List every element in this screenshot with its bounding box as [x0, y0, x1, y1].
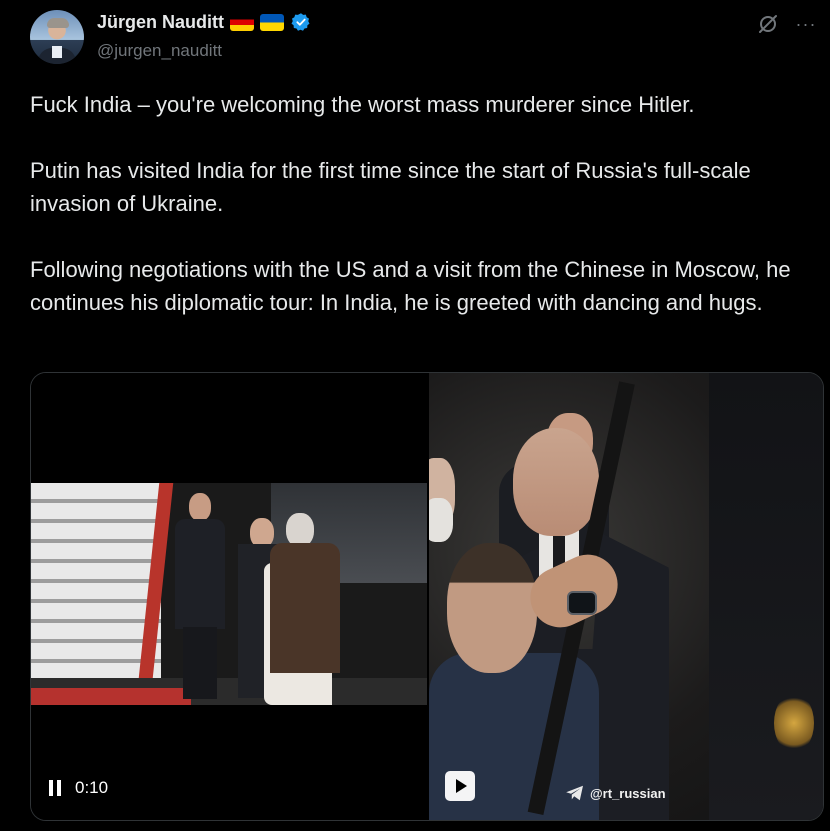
- figure-modi: [246, 513, 346, 705]
- watermark-text: @rt_russian: [590, 785, 666, 801]
- red-carpet: [31, 688, 191, 705]
- video-left[interactable]: 0:10: [31, 373, 427, 820]
- figure-beard: [429, 498, 453, 542]
- avatar-hair: [47, 18, 69, 28]
- watermark: @rt_russian: [565, 785, 666, 801]
- pause-icon[interactable]: [49, 780, 65, 796]
- germany-flag-icon: [230, 13, 255, 31]
- author-handle[interactable]: @jurgen_nauditt: [97, 41, 222, 61]
- right-dark-figure: [709, 373, 823, 820]
- guard-legs: [183, 627, 217, 699]
- media-grid: 0:10 @rt_russian: [30, 372, 824, 821]
- flower-decoration: [774, 693, 814, 753]
- author-name-row: Jürgen Nauditt: [97, 10, 311, 34]
- guard-body: [175, 519, 225, 629]
- grok-icon-svg: [759, 15, 777, 33]
- avatar[interactable]: [30, 10, 84, 64]
- video-right[interactable]: @rt_russian: [429, 373, 823, 820]
- verified-badge-icon[interactable]: [291, 12, 311, 32]
- ukraine-flag-icon: [260, 13, 285, 31]
- bodyguard-figure: [169, 493, 229, 699]
- author-name[interactable]: Jürgen Nauditt: [97, 12, 224, 33]
- figure-head: [447, 543, 537, 673]
- more-icon[interactable]: ···: [794, 12, 818, 36]
- video-time: 0:10: [75, 778, 109, 797]
- video-controls: 0:10: [49, 778, 108, 798]
- play-icon[interactable]: [445, 771, 475, 801]
- figure-vest: [270, 543, 340, 673]
- tweet-paragraph: Putin has visited India for the first ti…: [30, 158, 751, 216]
- figure-pants: [282, 673, 332, 705]
- tweet-text: Fuck India – you're welcoming the worst …: [30, 88, 810, 352]
- telegram-icon: [566, 785, 583, 801]
- avatar-collar: [52, 46, 62, 58]
- figure-head: [286, 513, 314, 547]
- tweet-actions-top: ···: [756, 12, 818, 36]
- tweet-paragraph: Fuck India – you're welcoming the worst …: [30, 92, 695, 117]
- tweet-paragraph: Following negotiations with the US and a…: [30, 257, 791, 315]
- guard-head: [189, 493, 211, 521]
- grok-icon[interactable]: [756, 12, 780, 36]
- figure-head: [513, 428, 599, 536]
- watch: [567, 591, 597, 615]
- video-left-frame: [31, 483, 427, 705]
